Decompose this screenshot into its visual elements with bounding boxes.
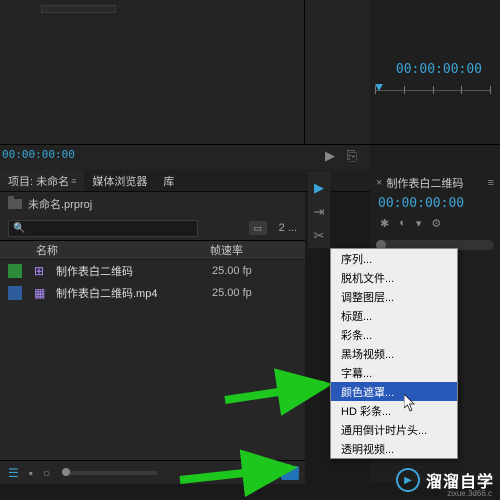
col-name[interactable]: 名称 xyxy=(30,242,210,258)
source-timecode[interactable]: 00:00:00:00 xyxy=(2,148,75,161)
project-search-row: 🔍 ▭ 2 ... xyxy=(0,216,305,240)
timeline-header: × 制作表白二维码 ≡ xyxy=(370,172,500,194)
clip-icon: ▦ xyxy=(34,286,50,300)
find-icon[interactable]: ◌ xyxy=(264,466,275,480)
search-input[interactable]: 🔍 xyxy=(8,220,198,237)
timeline-title: 制作表白二维码 xyxy=(386,175,463,191)
menu-title[interactable]: 标题... xyxy=(331,306,457,325)
selection-tool[interactable]: ▶ xyxy=(308,176,330,200)
link-icon[interactable]: ◐ xyxy=(399,217,406,230)
project-panel: 未命名.prproj 🔍 ▭ 2 ... 名称 帧速率 ⊞ 制作表白二维码 25… xyxy=(0,192,305,482)
item-name: 制作表白二维码 xyxy=(50,263,212,279)
timeline-timecode[interactable]: 00:00:00:00 xyxy=(370,194,500,213)
item-name: 制作表白二维码.mp4 xyxy=(50,285,212,301)
timeline-controls: ✱ ◐ ▾ ⚙ xyxy=(370,213,500,234)
col-fps[interactable]: 帧速率 xyxy=(210,242,280,258)
label-tag[interactable] xyxy=(8,286,22,300)
menu-black-video[interactable]: 黑场视频... xyxy=(331,344,457,363)
menu-hd-bars[interactable]: HD 彩条... xyxy=(331,401,457,420)
tools-panel: ▶ ⇥ ✂ xyxy=(308,172,330,248)
watermark: ▶ 溜溜自学 zixue.3d66.c xyxy=(330,460,500,500)
tab-media-label: 媒体浏览器 xyxy=(92,173,147,189)
marker-icon[interactable]: ▾ xyxy=(416,217,422,230)
panel-menu-icon[interactable]: ≡ xyxy=(488,177,494,189)
freeform-view-icon[interactable]: ○ xyxy=(41,466,52,480)
play-logo-icon: ▶ xyxy=(396,468,420,492)
transport-controls: ▶ ⎘ xyxy=(323,148,360,164)
project-toolbar: ☰ ▪ ○ ◌ xyxy=(0,460,305,484)
new-item-button[interactable] xyxy=(281,466,299,480)
label-tag[interactable] xyxy=(8,264,22,278)
filter-icon[interactable]: ▭ xyxy=(249,221,267,235)
menu-offline-file[interactable]: 脱机文件... xyxy=(331,268,457,287)
icon-view-icon[interactable]: ▪ xyxy=(27,466,35,480)
monitor-area: 00:00:00:00 00:00:00:00 ▶ ⎘ xyxy=(0,0,500,170)
new-item-menu: 序列... 脱机文件... 调整图层... 标题... 彩条... 黑场视频..… xyxy=(330,248,458,459)
menu-captions[interactable]: 字幕... xyxy=(331,363,457,382)
menu-adjustment-layer[interactable]: 调整图层... xyxy=(331,287,457,306)
play-icon[interactable]: ▶ xyxy=(325,148,338,163)
tab-library-label: 库 xyxy=(163,173,174,189)
tab-library[interactable]: 库 xyxy=(155,170,182,191)
menu-transparent-video[interactable]: 透明视频... xyxy=(331,439,457,458)
tab-menu-icon[interactable]: ≡ xyxy=(71,176,76,186)
search-icon: 🔍 xyxy=(13,223,25,234)
zoom-slider[interactable] xyxy=(62,471,158,475)
snap-icon[interactable]: ✱ xyxy=(380,217,389,230)
tab-project[interactable]: 项目: 未命名 ≡ xyxy=(0,170,84,191)
list-item[interactable]: ▦ 制作表白二维码.mp4 25.00 fp xyxy=(0,282,305,304)
bin-icon[interactable] xyxy=(8,199,22,209)
track-select-tool[interactable]: ⇥ xyxy=(308,200,330,224)
menu-countdown[interactable]: 通用倒计时片头... xyxy=(331,420,457,439)
menu-color-matte[interactable]: 颜色遮罩... xyxy=(331,382,457,401)
item-fps: 25.00 fp xyxy=(212,287,252,299)
item-count: 2 ... xyxy=(279,222,297,234)
close-icon[interactable]: × xyxy=(376,177,382,189)
source-thumb[interactable] xyxy=(41,5,116,13)
watermark-url: zixue.3d66.c xyxy=(447,489,492,498)
settings-icon[interactable]: ⚙ xyxy=(431,217,441,230)
menu-sequence[interactable]: 序列... xyxy=(331,249,457,268)
project-bin-row: 未命名.prproj xyxy=(0,192,305,216)
source-monitor xyxy=(0,0,305,145)
list-header: 名称 帧速率 xyxy=(0,240,305,260)
list-item[interactable]: ⊞ 制作表白二维码 25.00 fp xyxy=(0,260,305,282)
list-body: ⊞ 制作表白二维码 25.00 fp ▦ 制作表白二维码.mp4 25.00 f… xyxy=(0,260,305,464)
item-fps: 25.00 fp xyxy=(212,265,252,277)
program-timecode[interactable]: 00:00:00:00 xyxy=(396,62,482,77)
ripple-tool[interactable]: ✂ xyxy=(308,224,330,248)
sequence-icon: ⊞ xyxy=(34,264,50,278)
tab-media-browser[interactable]: 媒体浏览器 xyxy=(84,170,155,191)
project-name: 未命名.prproj xyxy=(28,196,92,212)
export-icon[interactable]: ⎘ xyxy=(347,148,360,163)
list-view-icon[interactable]: ☰ xyxy=(6,466,21,480)
menu-bars[interactable]: 彩条... xyxy=(331,325,457,344)
program-ruler[interactable] xyxy=(375,84,490,96)
tab-project-label: 项目: 未命名 xyxy=(8,173,69,189)
